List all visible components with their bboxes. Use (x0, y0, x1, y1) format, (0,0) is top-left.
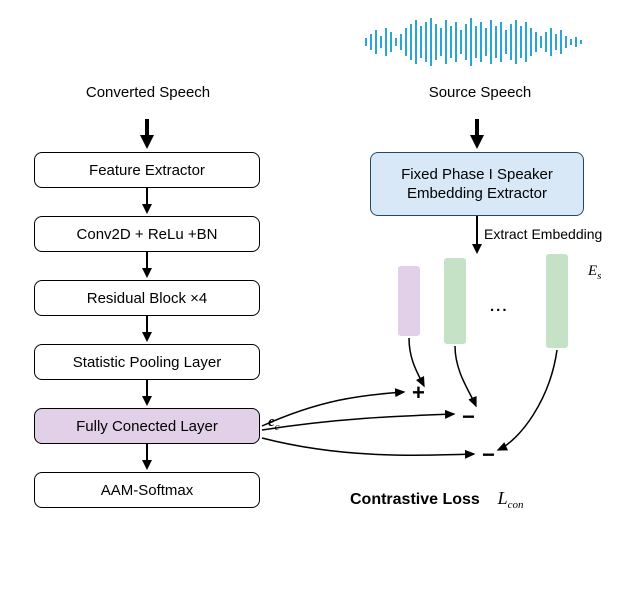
contrastive-arrows (0, 0, 640, 598)
contrastive-loss-label: Contrastive Loss Lcon (350, 488, 524, 511)
